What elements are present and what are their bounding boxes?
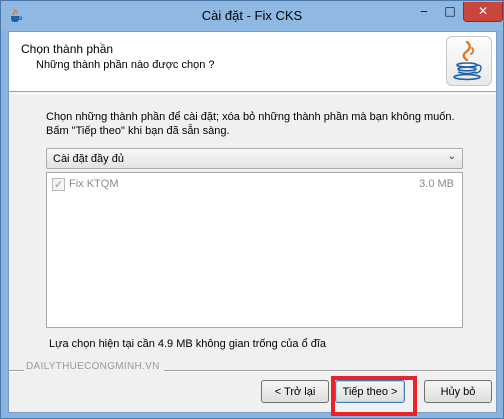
java-logo-icon — [446, 36, 492, 86]
installer-window: Cài đặt - Fix CKS ‒ □ ✕ Chọn thành phần … — [0, 0, 504, 419]
page-subtitle: Những thành phần nào được chọn ? — [36, 59, 215, 71]
component-name: Fix KTQM — [69, 178, 119, 190]
components-list[interactable]: ✓ Fix KTQM 3.0 MB — [46, 172, 463, 328]
chevron-down-icon: ⌄ — [447, 151, 456, 162]
instructions-line-2: Bấm "Tiếp theo" khi bạn đã sẵn sàng. — [46, 125, 230, 137]
install-type-selected: Cài đặt đầy đủ — [53, 153, 124, 165]
maximize-button[interactable]: □ — [437, 2, 463, 22]
component-size: 3.0 MB — [419, 178, 454, 190]
dialog-client-area: Chọn thành phần Những thành phần nào đượ… — [8, 31, 497, 413]
install-type-dropdown[interactable]: Cài đặt đầy đủ ⌄ — [46, 148, 463, 169]
watermark-text: DAILYTHUECONGMINH.VN — [26, 361, 160, 372]
minimize-button[interactable]: ‒ — [411, 2, 437, 22]
title-bar[interactable]: Cài đặt - Fix CKS ‒ □ ✕ — [1, 1, 503, 31]
list-item: ✓ Fix KTQM 3.0 MB — [47, 177, 462, 193]
back-button[interactable]: < Trở lại — [261, 380, 329, 403]
page-title: Chọn thành phần — [21, 42, 114, 56]
header-divider — [9, 93, 496, 94]
wizard-header: Chọn thành phần Những thành phần nào đượ… — [9, 32, 496, 92]
close-button[interactable]: ✕ — [463, 2, 503, 22]
space-required-text: Lựa chọn hiện tại cần 4.9 MB không gian … — [49, 338, 327, 350]
component-checkbox: ✓ — [52, 178, 65, 191]
instructions-text: Chọn những thành phần để cài đặt; xóa bỏ… — [46, 110, 476, 138]
instructions-line-1: Chọn những thành phần để cài đặt; xóa bỏ… — [46, 111, 455, 123]
next-button-highlight-box — [331, 376, 417, 416]
cancel-button[interactable]: Hủy bỏ — [424, 380, 492, 403]
